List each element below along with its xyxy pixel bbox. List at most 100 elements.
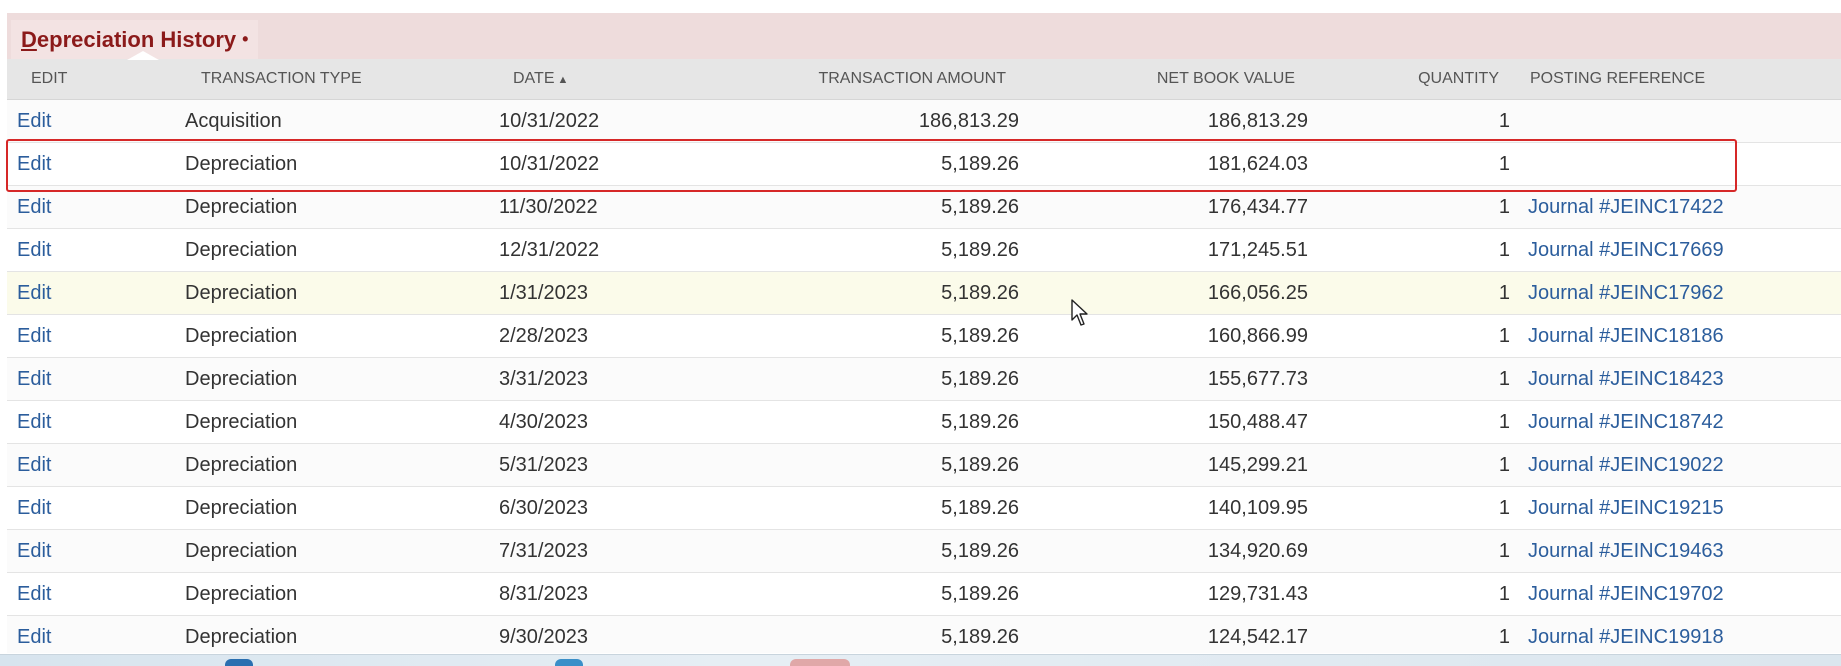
posting-reference-link[interactable]: Journal #JEINC19022 bbox=[1528, 454, 1724, 476]
quantity-cell: 1 bbox=[1498, 625, 1510, 648]
table-header-row: EDIT TRANSACTION TYPE DATE ▲ TRANSACTION … bbox=[7, 59, 1841, 100]
net-book-value-cell: 150,488.47 bbox=[1207, 410, 1308, 433]
date-cell: 4/30/2023 bbox=[489, 400, 791, 444]
posting-reference-cell: Journal #JEINC19215 bbox=[1511, 486, 1841, 530]
edit-link[interactable]: Edit bbox=[17, 454, 51, 476]
transaction-type-cell: Depreciation bbox=[175, 615, 489, 653]
posting-reference-link[interactable]: Journal #JEINC19702 bbox=[1528, 583, 1724, 605]
date-cell: 1/31/2023 bbox=[499, 281, 588, 304]
edit-cell: Edit bbox=[7, 185, 175, 229]
posting-reference-link[interactable]: Journal #JEINC17669 bbox=[1528, 239, 1724, 261]
date-cell: 11/30/2022 bbox=[489, 185, 791, 229]
edit-link[interactable]: Edit bbox=[17, 282, 51, 304]
edit-cell: Edit bbox=[7, 572, 175, 616]
date-cell: 10/31/2022 bbox=[499, 109, 600, 132]
edit-cell: Edit bbox=[7, 615, 175, 653]
transaction-amount-cell: 5,189.26 bbox=[941, 367, 1019, 390]
transaction-type-cell: Depreciation bbox=[175, 357, 489, 401]
table-row: Edit Acquisition 10/31/2022 186,813.29 186,8… bbox=[7, 99, 1841, 143]
column-header-transaction-type[interactable]: TRANSACTION TYPE bbox=[175, 59, 489, 100]
edit-cell: Edit bbox=[7, 314, 175, 358]
edit-link[interactable]: Edit bbox=[17, 239, 51, 261]
date-cell: 6/30/2023 bbox=[499, 496, 588, 519]
section-bullet: • bbox=[242, 29, 249, 49]
quantity-cell: 1 bbox=[1308, 400, 1511, 444]
net-book-value-cell: 186,813.29 bbox=[1019, 99, 1308, 143]
posting-reference-link[interactable]: Journal #JEINC19918 bbox=[1528, 626, 1724, 648]
transaction-type-cell: Depreciation bbox=[185, 324, 298, 347]
edit-link[interactable]: Edit bbox=[17, 110, 51, 132]
mouse-cursor-icon bbox=[1071, 299, 1088, 326]
column-header-date-label: DATE bbox=[513, 70, 555, 87]
edit-link[interactable]: Edit bbox=[17, 153, 51, 175]
section-title: Depreciation History bbox=[21, 26, 237, 52]
edit-cell: Edit bbox=[7, 357, 175, 401]
net-book-value-cell: 181,624.03 bbox=[1207, 152, 1308, 175]
transaction-type-cell: Depreciation bbox=[175, 443, 489, 487]
edit-cell: Edit bbox=[7, 271, 175, 315]
quantity-cell: 1 bbox=[1308, 314, 1511, 358]
column-header-date[interactable]: DATE ▲ bbox=[489, 59, 791, 100]
table-row: Edit Depreciation 6/30/2023 5,189.26 140,109… bbox=[7, 486, 1841, 530]
net-book-value-cell: 171,245.51 bbox=[1019, 228, 1308, 272]
date-cell: 3/31/2023 bbox=[499, 367, 588, 390]
posting-reference-link[interactable]: Journal #JEINC18742 bbox=[1528, 411, 1724, 433]
transaction-type-cell: Depreciation bbox=[175, 529, 489, 573]
edit-link[interactable]: Edit bbox=[17, 626, 51, 648]
posting-reference-link[interactable]: Journal #JEINC18186 bbox=[1528, 325, 1724, 347]
posting-reference-cell: Journal #JEINC19022 bbox=[1511, 443, 1841, 487]
net-book-value-cell: 160,866.99 bbox=[1207, 324, 1308, 347]
table-row: Edit Depreciation 5/31/2023 5,189.26 145,299… bbox=[7, 443, 1841, 487]
net-book-value-cell: 134,920.69 bbox=[1207, 539, 1308, 562]
net-book-value-cell: 186,813.29 bbox=[1207, 109, 1308, 132]
taskbar bbox=[0, 654, 1841, 666]
table-row: Edit Depreciation 7/31/2023 5,189.26 134,920… bbox=[7, 529, 1841, 573]
net-book-value-cell: 140,109.95 bbox=[1019, 486, 1308, 530]
posting-reference-link[interactable]: Journal #JEINC17422 bbox=[1528, 196, 1724, 218]
table-row: Edit Depreciation 1/31/2023 5,189.26 166,056… bbox=[7, 271, 1841, 315]
transaction-type-cell: Depreciation bbox=[175, 572, 489, 616]
posting-reference-link[interactable]: Journal #JEINC19215 bbox=[1528, 497, 1724, 519]
posting-reference-link[interactable]: Journal #JEINC17962 bbox=[1528, 282, 1724, 304]
net-book-value-cell: 176,434.77 bbox=[1019, 185, 1308, 229]
posting-reference-cell bbox=[1511, 142, 1841, 186]
table-row: Edit Depreciation 11/30/2022 5,189.26 176,43… bbox=[7, 185, 1841, 229]
column-header-net-book-value[interactable]: NET BOOK VALUE bbox=[1019, 59, 1308, 100]
transaction-amount-cell: 5,189.26 bbox=[941, 238, 1019, 261]
column-header-quantity[interactable]: QUANTITY bbox=[1308, 59, 1511, 100]
posting-reference-cell: Journal #JEINC17422 bbox=[1511, 185, 1841, 229]
edit-cell: Edit bbox=[7, 99, 175, 143]
column-header-edit[interactable]: EDIT bbox=[7, 59, 175, 100]
posting-reference-cell: Journal #JEINC17669 bbox=[1511, 228, 1841, 272]
net-book-value-cell: 166,056.25 bbox=[1207, 281, 1308, 304]
transaction-type-cell: Depreciation bbox=[185, 367, 298, 390]
edit-link[interactable]: Edit bbox=[17, 325, 51, 347]
edit-link[interactable]: Edit bbox=[17, 196, 51, 218]
net-book-value-cell: 145,299.21 bbox=[1019, 443, 1308, 487]
edit-link[interactable]: Edit bbox=[17, 497, 51, 519]
posting-reference-cell: Journal #JEINC18742 bbox=[1511, 400, 1841, 444]
posting-reference-link[interactable]: Journal #JEINC19463 bbox=[1528, 540, 1724, 562]
date-cell: 5/31/2023 bbox=[489, 443, 791, 487]
posting-reference-link[interactable]: Journal #JEINC18423 bbox=[1528, 368, 1724, 390]
taskbar-app-icon[interactable] bbox=[790, 659, 850, 666]
depreciation-history-panel: Depreciation History • EDIT TRANSACTION … bbox=[7, 13, 1841, 653]
transaction-type-cell: Acquisition bbox=[175, 99, 489, 143]
quantity-cell: 1 bbox=[1308, 99, 1511, 143]
posting-reference-cell bbox=[1511, 99, 1841, 143]
edit-link[interactable]: Edit bbox=[17, 411, 51, 433]
quantity-cell: 1 bbox=[1308, 142, 1511, 186]
column-header-posting-reference[interactable]: POSTING REFERENCE bbox=[1511, 59, 1841, 100]
transaction-amount-cell: 5,189.26 bbox=[941, 625, 1019, 648]
edit-link[interactable]: Edit bbox=[17, 540, 51, 562]
net-book-value-cell: 124,542.17 bbox=[1019, 615, 1308, 653]
quantity-cell: 1 bbox=[1308, 572, 1511, 616]
quantity-cell: 1 bbox=[1498, 195, 1510, 218]
edit-link[interactable]: Edit bbox=[17, 583, 51, 605]
taskbar-app-icon[interactable] bbox=[225, 659, 253, 666]
taskbar-app-icon[interactable] bbox=[555, 659, 583, 666]
date-cell: 7/31/2023 bbox=[499, 539, 588, 562]
column-header-transaction-amount[interactable]: TRANSACTION AMOUNT bbox=[791, 59, 1019, 100]
table-row: Edit Depreciation 8/31/2023 5,189.26 129,731… bbox=[7, 572, 1841, 616]
edit-link[interactable]: Edit bbox=[17, 368, 51, 390]
